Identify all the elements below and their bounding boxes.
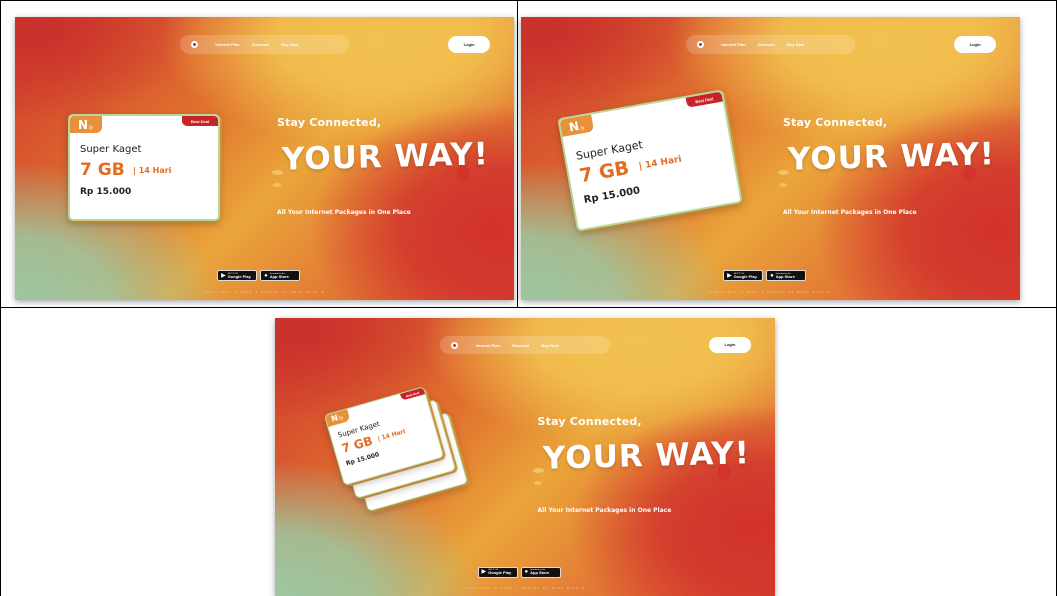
hero-subtitle: Stay Connected, [537, 415, 642, 429]
package-price: Rp 15.000 [583, 185, 641, 206]
app-store-label: App Store [530, 570, 550, 576]
package-data-size: 7 GB [80, 160, 125, 180]
package-period: | 14 Hari [376, 428, 407, 443]
package-card[interactable]: N .ly Best Deal Super Kaget 7 GB | 14 Har… [557, 89, 743, 232]
best-deal-badge: Best Deal [182, 116, 218, 126]
google-play-label: Google Play [733, 273, 757, 279]
brand-logo-icon[interactable] [696, 41, 704, 49]
apple-icon: ● [524, 569, 529, 576]
google-play-button[interactable]: ▶ GET IT ON Google Play [723, 270, 764, 282]
brand-logo-icon[interactable] [190, 41, 198, 49]
decor-yellow-blob [532, 468, 544, 474]
best-deal-badge: Best Deal [685, 91, 723, 108]
decor-red-blob [456, 165, 470, 182]
app-store-button[interactable]: ● Download on the App Store [520, 566, 561, 578]
google-play-icon: ▶ [727, 272, 732, 279]
copyright-text: Copyright © 2023 | Design by Made With ❤ [710, 290, 831, 295]
card-brand-logo: N .ly [559, 114, 595, 137]
login-button[interactable]: Login [448, 36, 491, 53]
google-play-button[interactable]: ▶ GET IT ON Google Play [477, 566, 518, 578]
nav-item-discount[interactable]: Discount [252, 42, 269, 47]
decor-red-blob [717, 463, 731, 480]
package-period: | 14 Hari [638, 154, 683, 172]
hero-description: All Your Internet Packages in One Place [276, 209, 411, 217]
hero-description: All Your Internet Packages in One Place [537, 507, 672, 515]
card-brand-logo: N .ly [325, 409, 351, 427]
screenshot-panel-tilted-card: Internet Plan Discount Buy Now Login N .l… [521, 17, 1020, 300]
app-store-button[interactable]: ● Download on the App Store [766, 270, 807, 282]
login-button[interactable]: Login [954, 36, 997, 53]
navbar: Internet Plan Discount Buy Now [440, 336, 610, 355]
app-store-label: App Store [269, 273, 289, 279]
copyright-text: Copyright © 2023 | Design by Made With ❤ [464, 586, 586, 591]
decor-yellow-blob-small [534, 480, 542, 485]
package-name: Super Kaget [80, 144, 142, 155]
package-data-size: 7 GB [577, 156, 631, 188]
navbar: Internet Plan Discount Buy Now [179, 35, 350, 54]
store-buttons: ▶ GET IT ON Google Play ● Download on the… [477, 566, 628, 578]
copyright-text: Copyright © 2023 | Design by Made With ❤ [204, 290, 325, 295]
app-store-label: App Store [775, 273, 795, 279]
decor-yellow-blob-small [779, 182, 788, 187]
card-logo-suffix: .ly [337, 414, 344, 422]
card-brand-logo: N .ly [70, 116, 102, 133]
nav-item-buy-now[interactable]: Buy Now [281, 42, 298, 47]
decor-red-blob [962, 165, 976, 182]
frame-divider-horizontal [0, 307, 1057, 308]
frame-divider-vertical [517, 0, 518, 307]
hero-description: All Your Internet Packages in One Place [782, 209, 917, 217]
package-card[interactable]: N .ly Best Deal Super Kaget 7 GB | 14 Har… [68, 114, 220, 221]
app-store-button[interactable]: ● Download on the App Store [260, 270, 301, 282]
google-play-button[interactable]: ▶ GET IT ON Google Play [217, 270, 258, 282]
google-play-icon: ▶ [481, 569, 487, 576]
login-button[interactable]: Login [709, 336, 751, 353]
store-buttons: ▶ GET IT ON Google Play ● Download on the… [723, 270, 873, 282]
screenshot-panel-stacked-cards: Internet Plan Discount Buy Now Login N .l… [275, 318, 775, 596]
nav-item-internet-plan[interactable]: Internet Plan [476, 343, 500, 348]
store-buttons: ▶ GET IT ON Google Play ● Download on the… [217, 270, 367, 282]
screenshot-panel-flat-card: Internet Plan Discount Buy Now Login N .l… [15, 17, 514, 300]
google-play-label: Google Play [488, 570, 512, 576]
brand-logo-icon[interactable] [451, 341, 458, 349]
package-period: | 14 Hari [133, 166, 172, 175]
card-logo-letter: N [78, 118, 89, 132]
nav-item-buy-now[interactable]: Buy Now [542, 343, 559, 348]
frame-left-border [0, 0, 1, 596]
hero-subtitle: Stay Connected, [782, 116, 888, 130]
card-logo-suffix: .ly [578, 124, 585, 132]
nav-item-discount[interactable]: Discount [758, 42, 775, 47]
card-logo-suffix: .ly [88, 125, 94, 131]
apple-icon: ● [264, 272, 268, 279]
google-play-label: Google Play [227, 273, 251, 279]
nav-item-internet-plan[interactable]: Internet Plan [215, 42, 239, 47]
google-play-icon: ▶ [221, 272, 226, 279]
best-deal-badge: Best Deal [400, 387, 426, 401]
decor-yellow-blob-small [273, 182, 282, 187]
frame-top-border [0, 0, 1057, 1]
nav-item-internet-plan[interactable]: Internet Plan [721, 42, 745, 47]
nav-item-buy-now[interactable]: Buy Now [787, 42, 804, 47]
nav-item-discount[interactable]: Discount [512, 343, 529, 348]
navbar: Internet Plan Discount Buy Now [685, 35, 856, 54]
hero-subtitle: Stay Connected, [276, 116, 382, 130]
package-price: Rp 15.000 [80, 187, 132, 197]
apple-icon: ● [770, 272, 774, 279]
